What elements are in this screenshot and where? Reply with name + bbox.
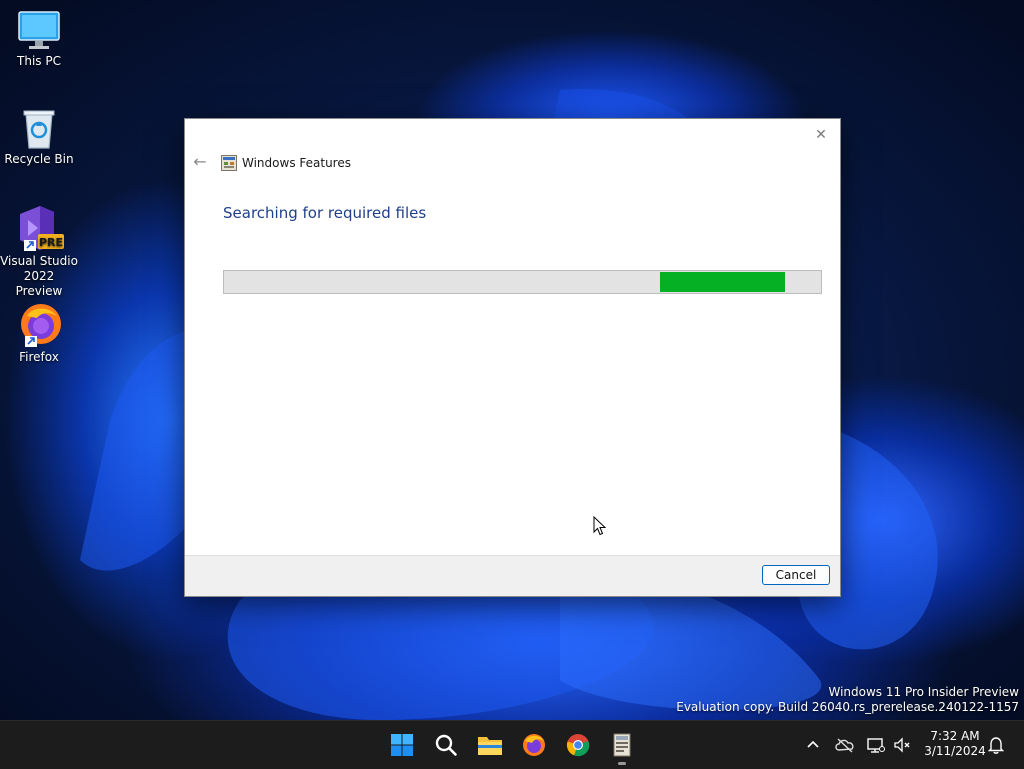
windows-features-dialog: ✕ ← Windows Features Searching for requi… (184, 118, 841, 597)
taskbar-firefox[interactable] (518, 729, 550, 761)
bell-icon (988, 737, 1004, 754)
chevron-up-icon (807, 740, 819, 748)
volume-muted-icon (894, 737, 910, 753)
evaluation-watermark: Windows 11 Pro Insider Preview Evaluatio… (676, 685, 1019, 715)
svg-text:PRE: PRE (39, 236, 63, 249)
desktop-icon-firefox[interactable]: Firefox (0, 302, 78, 365)
taskbar-clock[interactable]: 7:32 AM 3/11/2024 (920, 729, 990, 759)
desktop-icon-label: This PC (17, 54, 61, 68)
search-icon (435, 734, 457, 756)
windows-features-icon (613, 733, 631, 757)
monitor-icon (18, 11, 60, 49)
clock-time: 7:32 AM (930, 729, 980, 743)
desktop-icon-label: Recycle Bin (4, 152, 74, 166)
desktop-icon-recycle-bin[interactable]: Recycle Bin (0, 108, 78, 167)
chrome-icon (566, 734, 590, 757)
onedrive-offline-icon (835, 738, 854, 753)
clock-date: 3/11/2024 (924, 744, 986, 758)
desktop-icon-label: Visual Studio 2022 Preview (0, 254, 78, 298)
progress-bar-fill (660, 272, 785, 292)
taskbar-file-explorer[interactable] (474, 729, 506, 761)
windows-start-icon (391, 734, 413, 756)
mouse-cursor-icon (593, 516, 607, 536)
firefox-icon (21, 304, 61, 347)
watermark-line-build: Evaluation copy. Build 26040.rs_prerelea… (676, 700, 1019, 714)
watermark-line-edition: Windows 11 Pro Insider Preview (828, 685, 1019, 699)
network-tray-button[interactable] (866, 735, 886, 755)
volume-tray-button[interactable] (892, 735, 912, 755)
cancel-button[interactable]: Cancel (762, 565, 830, 585)
desktop-icon-this-pc[interactable]: This PC (0, 10, 78, 69)
taskbar: 7:32 AM 3/11/2024 (0, 720, 1024, 769)
network-icon (867, 738, 885, 753)
close-icon[interactable]: ✕ (810, 124, 832, 146)
search-button[interactable] (430, 729, 462, 761)
active-app-indicator (618, 762, 626, 765)
file-explorer-icon (478, 737, 502, 755)
progress-bar (223, 270, 822, 294)
dialog-title: Windows Features (242, 156, 351, 170)
firefox-icon (523, 734, 545, 756)
status-heading: Searching for required files (223, 204, 427, 222)
start-button[interactable] (386, 729, 418, 761)
windows-features-icon (221, 155, 237, 171)
show-hidden-icons-button[interactable] (803, 735, 823, 755)
visual-studio-preview-icon: PRE (20, 206, 64, 251)
dialog-footer: Cancel (185, 555, 840, 596)
taskbar-windows-features[interactable] (606, 729, 638, 761)
notifications-button[interactable] (986, 735, 1006, 755)
desktop-icon-visual-studio[interactable]: PRE Visual Studio 2022 Preview (0, 204, 78, 299)
taskbar-chrome[interactable] (562, 729, 594, 761)
back-arrow-icon[interactable]: ← (191, 153, 209, 171)
desktop-icon-label: Firefox (19, 350, 59, 364)
recycle-bin-icon (23, 110, 55, 149)
onedrive-tray-button[interactable] (835, 735, 855, 755)
